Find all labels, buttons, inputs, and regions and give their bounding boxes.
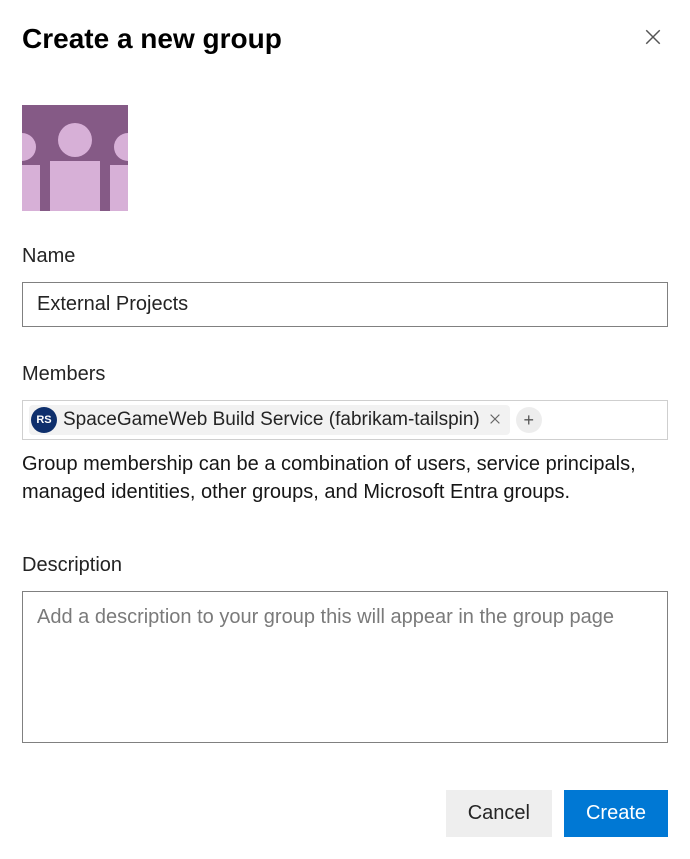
plus-icon: + bbox=[524, 411, 535, 429]
member-chip-label: SpaceGameWeb Build Service (fabrikam-tai… bbox=[63, 409, 480, 431]
members-input[interactable]: RS SpaceGameWeb Build Service (fabrikam-… bbox=[22, 400, 668, 440]
close-icon bbox=[644, 28, 662, 49]
dialog-title: Create a new group bbox=[22, 23, 282, 55]
name-label: Name bbox=[22, 245, 668, 268]
group-icon bbox=[22, 105, 128, 211]
create-button[interactable]: Create bbox=[564, 790, 668, 837]
avatar: RS bbox=[31, 407, 57, 433]
close-button[interactable] bbox=[638, 22, 668, 55]
description-input[interactable] bbox=[22, 591, 668, 743]
remove-member-button[interactable] bbox=[486, 410, 504, 431]
add-member-button[interactable]: + bbox=[516, 407, 542, 433]
description-label: Description bbox=[22, 554, 668, 577]
close-icon bbox=[488, 412, 502, 429]
cancel-button[interactable]: Cancel bbox=[446, 790, 552, 837]
name-input[interactable] bbox=[22, 282, 668, 327]
members-label: Members bbox=[22, 363, 668, 386]
members-help-text: Group membership can be a combination of… bbox=[22, 450, 668, 506]
member-chip: RS SpaceGameWeb Build Service (fabrikam-… bbox=[29, 405, 510, 435]
